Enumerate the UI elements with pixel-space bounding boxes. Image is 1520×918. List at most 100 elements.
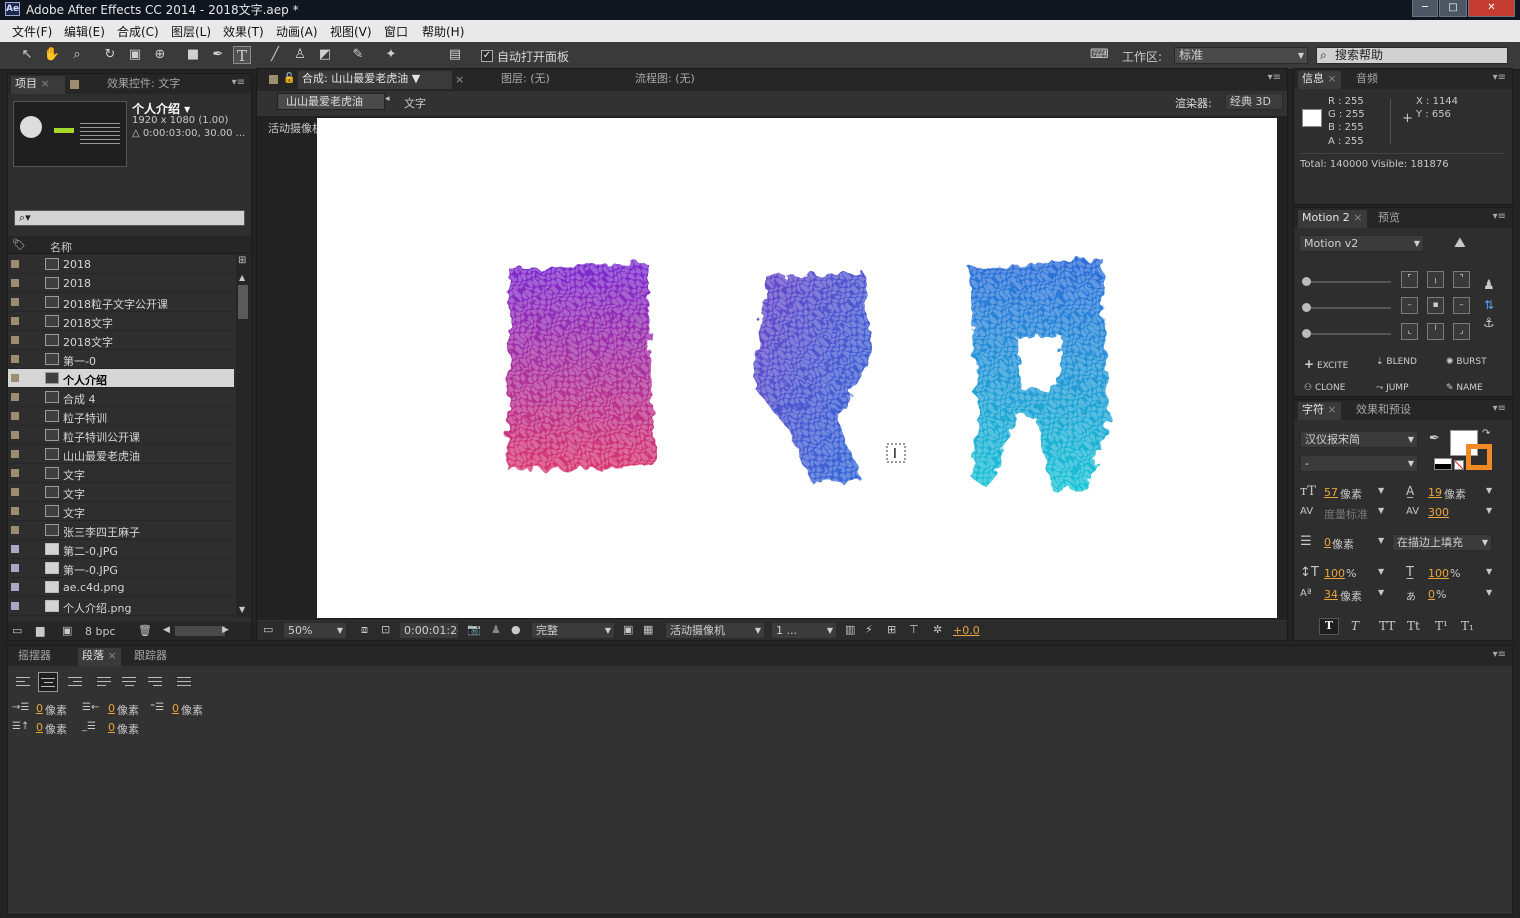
stroke-mode-select[interactable]: 在描边上填充 ▼ xyxy=(1392,534,1492,551)
selection-tool-icon[interactable]: ↖ xyxy=(18,46,36,64)
tab-audio[interactable]: 音频 xyxy=(1352,71,1382,89)
baseline-shift-value[interactable]: 34 xyxy=(1324,588,1338,601)
horizontal-scale-value[interactable]: 100 xyxy=(1428,567,1449,580)
label-color-chip[interactable] xyxy=(11,564,19,572)
scroll-right-icon[interactable]: ▶ xyxy=(222,625,229,635)
font-family-select[interactable]: 汉仪报宋简 ▼ xyxy=(1300,431,1418,448)
motion-version-select[interactable]: Motion v2 ▼ xyxy=(1299,235,1424,252)
project-item[interactable]: 文字 xyxy=(8,464,234,483)
panel-menu-icon[interactable]: ▾≡ xyxy=(1268,72,1281,83)
project-item[interactable]: 粒子特训 xyxy=(8,407,234,426)
maximize-button[interactable]: □ xyxy=(1439,0,1467,17)
project-item[interactable]: 2018文字 xyxy=(8,312,234,331)
tab-effect-controls[interactable]: 效果控件: 文字 xyxy=(103,76,184,94)
space-after-value[interactable]: 0 xyxy=(108,721,115,734)
jump-button[interactable]: ⤳ JUMP xyxy=(1376,383,1409,393)
tab-preview[interactable]: 预览 xyxy=(1374,210,1404,228)
interpret-footage-icon[interactable]: ▭ xyxy=(12,624,22,637)
anchor-left-icon[interactable]: – xyxy=(1401,297,1418,314)
font-style-select[interactable]: - ▼ xyxy=(1300,455,1418,472)
project-search-input[interactable]: ⌕▾ xyxy=(14,210,245,226)
indent-right-value[interactable]: 0 xyxy=(108,702,115,715)
puppet-tool-icon[interactable]: ✦ xyxy=(382,46,400,64)
justify-all-icon[interactable] xyxy=(175,674,193,690)
label-color-chip[interactable] xyxy=(11,507,19,515)
faux-bold-button[interactable]: T xyxy=(1319,618,1339,635)
vertical-scale-dropdown-icon[interactable]: ▼ xyxy=(1378,567,1384,576)
no-stroke-icon[interactable] xyxy=(1454,460,1464,470)
superscript-button[interactable]: T¹ xyxy=(1435,619,1448,633)
tab-flowchart[interactable]: 流程图: (无) xyxy=(631,71,699,89)
scroll-left-icon[interactable]: ◀ xyxy=(163,625,170,635)
snapshot-icon[interactable]: 📷 xyxy=(467,623,481,636)
fast-previews-icon[interactable]: ⚡ xyxy=(865,623,873,636)
type-tool-icon[interactable]: T xyxy=(233,46,251,65)
tab-tracker[interactable]: 跟踪器 xyxy=(130,648,171,666)
label-color-chip[interactable] xyxy=(11,279,19,287)
tab-project[interactable]: 项目 × xyxy=(11,76,65,94)
panel-layout-icon[interactable]: ▤ xyxy=(446,46,464,64)
label-color-chip[interactable] xyxy=(11,298,19,306)
view-layout-select[interactable]: 1 ... ▼ xyxy=(771,622,837,639)
label-column-icon[interactable]: 🏷 xyxy=(12,238,26,251)
weight-icon[interactable]: ♟ xyxy=(1483,278,1495,293)
horizontal-scale-dropdown-icon[interactable]: ▼ xyxy=(1486,567,1492,576)
column-name[interactable]: 名称 xyxy=(50,239,72,255)
pen-tool-icon[interactable]: ✒ xyxy=(209,46,227,64)
tsume-dropdown-icon[interactable]: ▼ xyxy=(1486,588,1492,597)
project-item[interactable]: ae.c4d.png xyxy=(8,578,234,597)
project-item[interactable]: 2018文字 xyxy=(8,331,234,350)
label-color-chip[interactable] xyxy=(11,336,19,344)
minimize-button[interactable]: ─ xyxy=(1412,0,1438,17)
default-colors-icon[interactable] xyxy=(1434,458,1452,470)
menu-animation[interactable]: 动画(A) xyxy=(276,23,318,40)
project-item[interactable]: 张三李四王麻子 xyxy=(8,521,234,540)
bpc-label[interactable]: 8 bpc xyxy=(85,625,116,638)
delete-icon[interactable]: 🗑 xyxy=(138,624,152,637)
camera-view-select[interactable]: 活动摄像机 ▼ xyxy=(665,622,765,639)
project-item[interactable]: 第二-0.JPG xyxy=(8,540,234,559)
scroll-up-icon[interactable]: ▲ xyxy=(239,273,245,282)
workspace-icon[interactable]: ⌨ xyxy=(1090,46,1109,64)
lock-icon[interactable]: 🔓 xyxy=(283,73,295,84)
slider-2[interactable] xyxy=(1302,303,1391,312)
menu-help[interactable]: 帮助(H) xyxy=(422,23,464,40)
project-item[interactable]: 粒子特训公开课 xyxy=(8,426,234,445)
justify-left-icon[interactable] xyxy=(95,674,113,690)
project-item[interactable]: 个人介绍 xyxy=(8,369,234,388)
panel-menu-icon[interactable]: ▾≡ xyxy=(232,77,245,88)
tracking-dropdown-icon[interactable]: ▼ xyxy=(1486,506,1492,515)
tab-layer[interactable]: 图层: (无) xyxy=(497,71,554,89)
label-color-chip[interactable] xyxy=(11,412,19,420)
pan-behind-tool-icon[interactable]: ⊕ xyxy=(151,46,169,64)
rectangle-tool-icon[interactable]: ■ xyxy=(184,46,202,64)
new-folder-icon[interactable]: ▆ xyxy=(36,624,44,637)
toggle-pixel-aspect-icon[interactable]: ▥ xyxy=(845,623,855,636)
tab-effects-presets[interactable]: 效果和预设 xyxy=(1352,402,1415,420)
clone-stamp-tool-icon[interactable]: ♙ xyxy=(291,46,309,64)
tsume-value[interactable]: 0 xyxy=(1428,588,1435,601)
label-color-chip[interactable] xyxy=(11,393,19,401)
show-snapshot-icon[interactable]: ♟ xyxy=(491,623,501,636)
leading-value[interactable]: 19 xyxy=(1428,486,1442,499)
breadcrumb-comp[interactable]: 山山最爱老虎油 xyxy=(277,93,385,110)
faux-italic-button[interactable]: T xyxy=(1351,619,1359,633)
search-help-input[interactable]: ⌕ 搜索帮助 xyxy=(1316,47,1508,64)
anchor-bottom-icon[interactable]: ╵ xyxy=(1427,323,1444,340)
label-color-chip[interactable] xyxy=(11,545,19,553)
font-size-value[interactable]: 57 xyxy=(1324,486,1338,499)
breadcrumb-layer[interactable]: 文字 xyxy=(404,95,426,111)
project-item[interactable]: 文字 xyxy=(8,483,234,502)
label-color-chip[interactable] xyxy=(11,526,19,534)
close-comp-tab-icon[interactable]: × xyxy=(455,73,464,86)
all-caps-button[interactable]: TT xyxy=(1379,619,1395,633)
subscript-button[interactable]: T₁ xyxy=(1461,619,1474,633)
scroll-thumb[interactable] xyxy=(238,285,248,319)
anchor-right-icon[interactable]: – xyxy=(1453,297,1470,314)
menu-layer[interactable]: 图层(L) xyxy=(171,23,211,40)
kerning-dropdown-icon[interactable]: ▼ xyxy=(1378,506,1384,515)
label-color-chip[interactable] xyxy=(11,374,19,382)
swap-colors-icon[interactable]: ↷ xyxy=(1482,428,1490,439)
project-item[interactable]: 合成 4 xyxy=(8,388,234,407)
kerning-value[interactable]: 度量标准 xyxy=(1324,506,1368,522)
